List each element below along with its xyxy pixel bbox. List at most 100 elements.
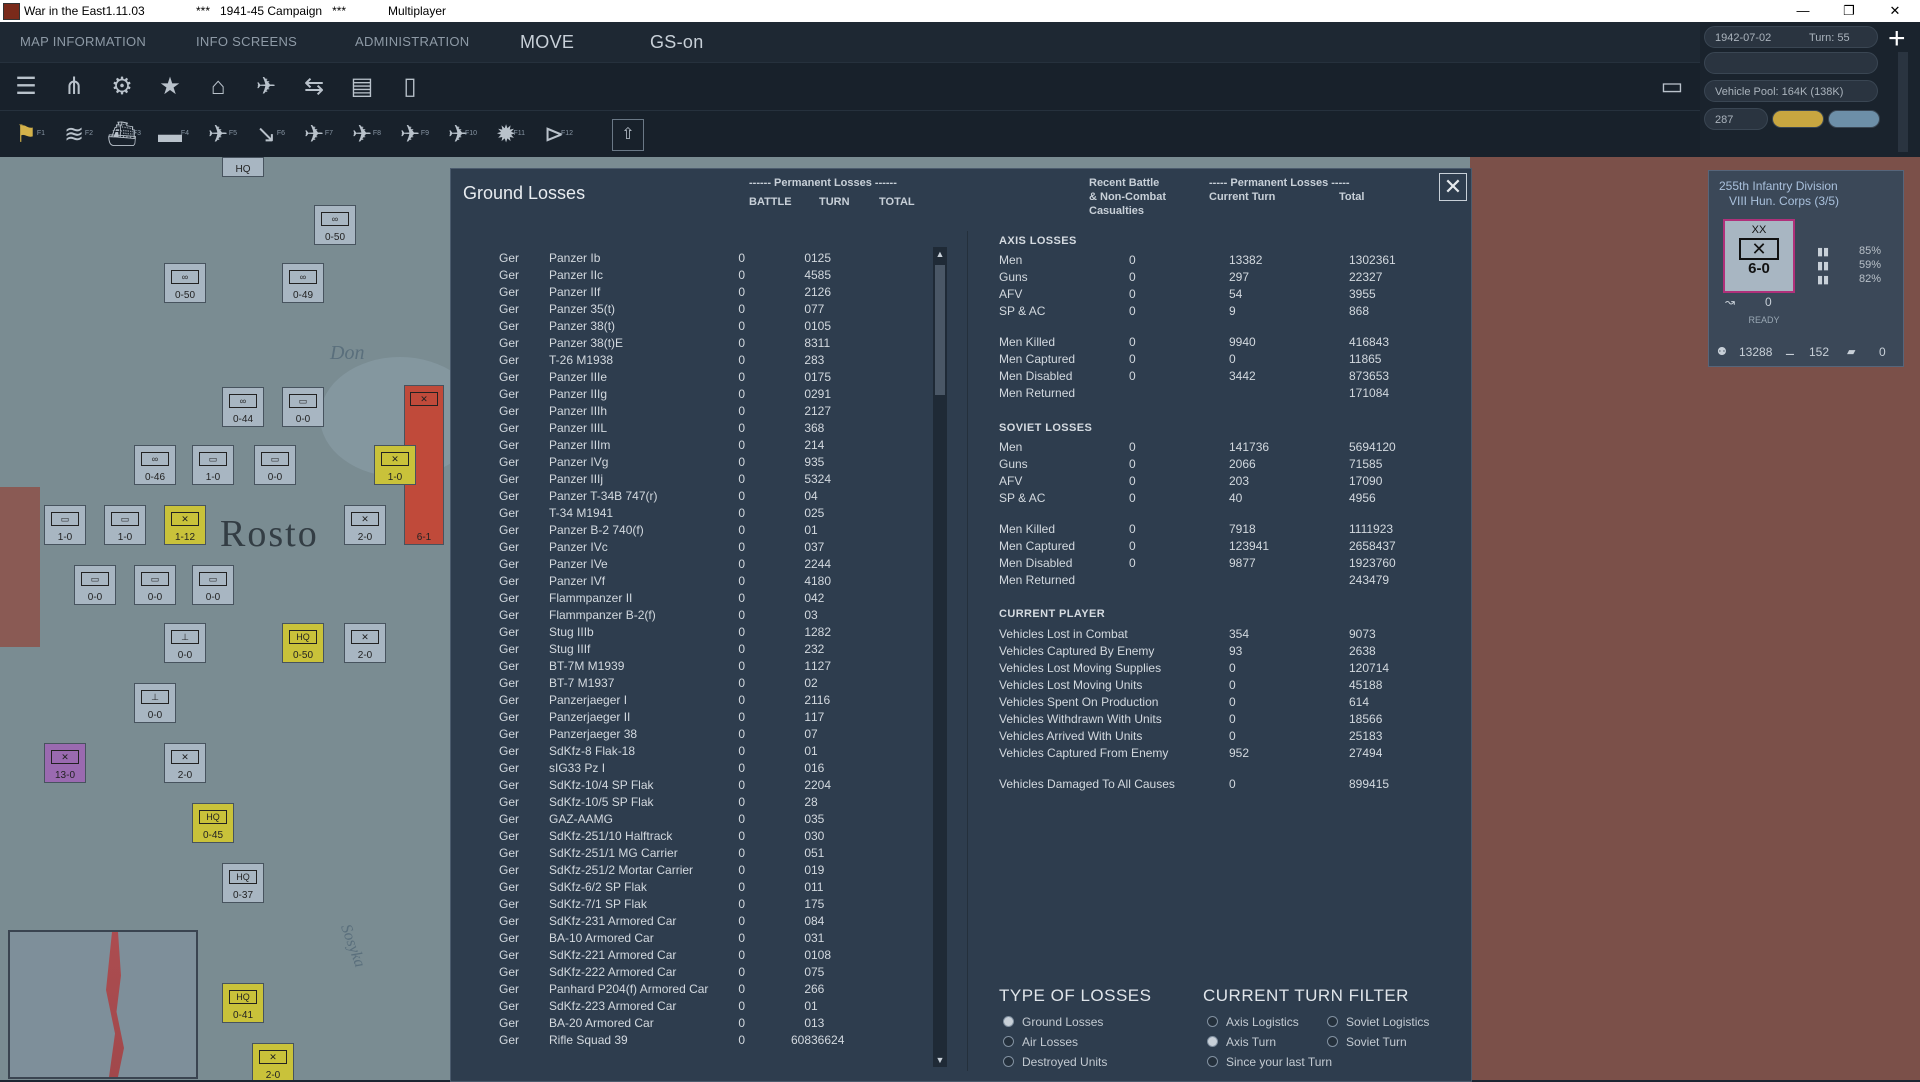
- table-row[interactable]: Ger SdKfz-7/1 SP Flak 0 1 75: [481, 897, 961, 914]
- table-row[interactable]: Ger Stug IIIf 0 2 32: [481, 642, 961, 659]
- table-row[interactable]: Ger SdKfz-251/1 MG Carrier 0 0 51: [481, 846, 961, 863]
- tab-administration[interactable]: ADMINISTRATION: [355, 22, 469, 62]
- clipboard-icon[interactable]: ▯: [390, 67, 430, 107]
- side-slider[interactable]: [1898, 52, 1908, 152]
- unit-counter[interactable]: ▭ 0-0: [254, 445, 296, 485]
- close-window-icon[interactable]: ✕: [1872, 0, 1918, 22]
- radio-soviet-logistics[interactable]: Soviet Logistics: [1327, 1015, 1429, 1029]
- radio-since-last-turn[interactable]: Since your last Turn: [1207, 1055, 1332, 1069]
- equipment-loss-list[interactable]: Ger Panzer Ib 0 0 125 Ger Panzer IIc 0 4 585 Ger Pa…: [481, 251, 981, 1051]
- tab-move[interactable]: MOVE: [520, 22, 574, 62]
- unit-counter[interactable]: ✕ 13-0: [44, 743, 86, 783]
- unit-counter[interactable]: ▭ 0-0: [134, 565, 176, 605]
- interdict-icon[interactable]: ✈ F10: [438, 115, 478, 155]
- selected-unit-panel[interactable]: 255th Infantry Division VIII Hun. Corps …: [1708, 170, 1904, 367]
- close-dialog-button[interactable]: ✕: [1439, 173, 1467, 201]
- unit-counter[interactable]: ✕ 2-0: [344, 505, 386, 545]
- plus-icon[interactable]: +: [1888, 24, 1912, 54]
- unit-counter[interactable]: ⊥ 0-0: [134, 683, 176, 723]
- unit-counter[interactable]: ✕ 1-12: [164, 505, 206, 545]
- unit-counter[interactable]: ✕ 2-0: [344, 623, 386, 663]
- unit-counter[interactable]: ∞ 0-49: [282, 263, 324, 303]
- table-row[interactable]: Ger Panzer 35(t) 0 0 77: [481, 302, 961, 319]
- unit-counter[interactable]: ▭ 1-0: [192, 445, 234, 485]
- paradrop-icon[interactable]: ✈ F9: [390, 115, 430, 155]
- unit-counter[interactable]: ∞ 0-46: [134, 445, 176, 485]
- unit-counter[interactable]: ✕ 2-0: [252, 1043, 294, 1080]
- table-row[interactable]: Ger Panzer 38(t) 0 0 105: [481, 319, 961, 336]
- unit-counter[interactable]: ✕ 1-0: [374, 445, 416, 485]
- table-row[interactable]: Ger BA-10 Armored Car 0 0 31: [481, 931, 961, 948]
- table-row[interactable]: Ger T-26 M1938 0 2 83: [481, 353, 961, 370]
- restore-icon[interactable]: ❐: [1826, 0, 1872, 22]
- unit-counter[interactable]: ∞ 0-44: [222, 387, 264, 427]
- table-row[interactable]: Ger Panzerjaeger 38 0 0 7: [481, 727, 961, 744]
- table-row[interactable]: Ger Flammpanzer II 0 0 42: [481, 591, 961, 608]
- table-row[interactable]: Ger Panzer IIIe 0 0 175: [481, 370, 961, 387]
- table-row[interactable]: Ger SdKfz-10/4 SP Flak 0 2 204: [481, 778, 961, 795]
- table-row[interactable]: Ger SdKfz-8 Flak-18 0 0 1: [481, 744, 961, 761]
- play-icon[interactable]: ⊳ F12: [534, 115, 574, 155]
- table-row[interactable]: Ger Panzer IVg 0 9 35: [481, 455, 961, 472]
- naval-filter-icon[interactable]: ≋ F2: [54, 115, 94, 155]
- table-row[interactable]: Ger Panzer IIIh 0 2 127: [481, 404, 961, 421]
- tab-gs[interactable]: GS-on: [650, 22, 704, 62]
- unit-counter[interactable]: ▭ 1-0: [104, 505, 146, 545]
- unit-counter[interactable]: ▭ 0-0: [282, 387, 324, 427]
- table-row[interactable]: Ger Panzerjaeger I 0 2 116: [481, 693, 961, 710]
- table-row[interactable]: Ger SdKfz-231 Armored Car 0 0 84: [481, 914, 961, 931]
- bomb-icon[interactable]: ↘ F6: [246, 115, 286, 155]
- unit-counter[interactable]: ∞ 0-50: [314, 205, 356, 245]
- unit-counter[interactable]: ⊥ 0-0: [164, 623, 206, 663]
- radio-soviet-turn[interactable]: Soviet Turn: [1327, 1035, 1407, 1049]
- table-row[interactable]: Ger Panzer T-34B 747(r) 0 0 4: [481, 489, 961, 506]
- recon-icon[interactable]: ✈ F7: [294, 115, 334, 155]
- mini-map[interactable]: [8, 930, 198, 1079]
- table-row[interactable]: Ger BA-20 Armored Car 0 0 13: [481, 1016, 961, 1033]
- table-row[interactable]: Ger Panzerjaeger II 0 1 17: [481, 710, 961, 727]
- hq-filter-icon[interactable]: ⚑ F1: [6, 115, 46, 155]
- scroll-up-icon[interactable]: ▲: [933, 247, 947, 261]
- airlift-icon[interactable]: ✈ F8: [342, 115, 382, 155]
- unit-counter[interactable]: ✕ 2-0: [164, 743, 206, 783]
- radio-destroyed-units[interactable]: Destroyed Units: [1003, 1055, 1107, 1069]
- layers-icon[interactable]: ☰: [6, 67, 46, 107]
- radio-air-losses[interactable]: Air Losses: [1003, 1035, 1078, 1049]
- table-row[interactable]: Ger Panzer IIIg 0 0 291: [481, 387, 961, 404]
- air-attack-icon[interactable]: ✈ F5: [198, 115, 238, 155]
- table-row[interactable]: Ger Stug IIIb 0 1 282: [481, 625, 961, 642]
- table-row[interactable]: Ger Panzer IVe 0 2 244: [481, 557, 961, 574]
- table-row[interactable]: Ger Rifle Squad 39 0 608 36624: [481, 1033, 961, 1050]
- unit-counter[interactable]: ∞ 0-50: [164, 263, 206, 303]
- transfer-icon[interactable]: ⇆: [294, 67, 334, 107]
- tab-info-screens[interactable]: INFO SCREENS: [196, 22, 297, 62]
- table-row[interactable]: Ger Cavalry Squad 0 101266: [481, 1050, 961, 1051]
- table-row[interactable]: Ger SdKfz-223 Armored Car 0 0 1: [481, 999, 961, 1016]
- table-row[interactable]: Ger Panzer 38(t)E 0 8 311: [481, 336, 961, 353]
- explosion-icon[interactable]: ✹ F11: [486, 115, 526, 155]
- gear-icon[interactable]: ⚙: [102, 67, 142, 107]
- air-mission-icon[interactable]: ✈: [246, 67, 286, 107]
- table-row[interactable]: Ger GAZ-AAMG 0 0 35: [481, 812, 961, 829]
- rail-icon[interactable]: ▤: [342, 67, 382, 107]
- table-row[interactable]: Ger BT-7M M1939 0 1 127: [481, 659, 961, 676]
- unit-counter[interactable]: HQ 0-37: [222, 863, 264, 903]
- table-row[interactable]: Ger Panzer IIIm 0 2 14: [481, 438, 961, 455]
- table-row[interactable]: Ger sIG33 Pz I 0 0 16: [481, 761, 961, 778]
- list-scrollbar[interactable]: ▲ ▼: [933, 247, 947, 1067]
- table-row[interactable]: Ger SdKfz-221 Armored Car 0 0 108: [481, 948, 961, 965]
- table-row[interactable]: Ger SdKfz-251/2 Mortar Carrier 0 0 19: [481, 863, 961, 880]
- table-row[interactable]: Ger Panzer IIIj 0 5 324: [481, 472, 961, 489]
- table-row[interactable]: Ger SdKfz-6/2 SP Flak 0 0 11: [481, 880, 961, 897]
- radio-axis-turn[interactable]: Axis Turn: [1207, 1035, 1276, 1049]
- table-row[interactable]: Ger Panzer IIc 0 4 585: [481, 268, 961, 285]
- minimize-icon[interactable]: —: [1780, 0, 1826, 22]
- unit-counter[interactable]: ▭ 1-0: [44, 505, 86, 545]
- org-chart-icon[interactable]: ⋔: [54, 67, 94, 107]
- air-base-icon[interactable]: ⌂: [198, 67, 238, 107]
- table-row[interactable]: Ger SdKfz-222 Armored Car 0 0 75: [481, 965, 961, 982]
- radio-axis-logistics[interactable]: Axis Logistics: [1207, 1015, 1299, 1029]
- sub-filter-icon[interactable]: ▬ F4: [150, 115, 190, 155]
- table-row[interactable]: Ger SdKfz-251/10 Halftrack 0 0 30: [481, 829, 961, 846]
- table-row[interactable]: Ger SdKfz-10/5 SP Flak 0 2 8: [481, 795, 961, 812]
